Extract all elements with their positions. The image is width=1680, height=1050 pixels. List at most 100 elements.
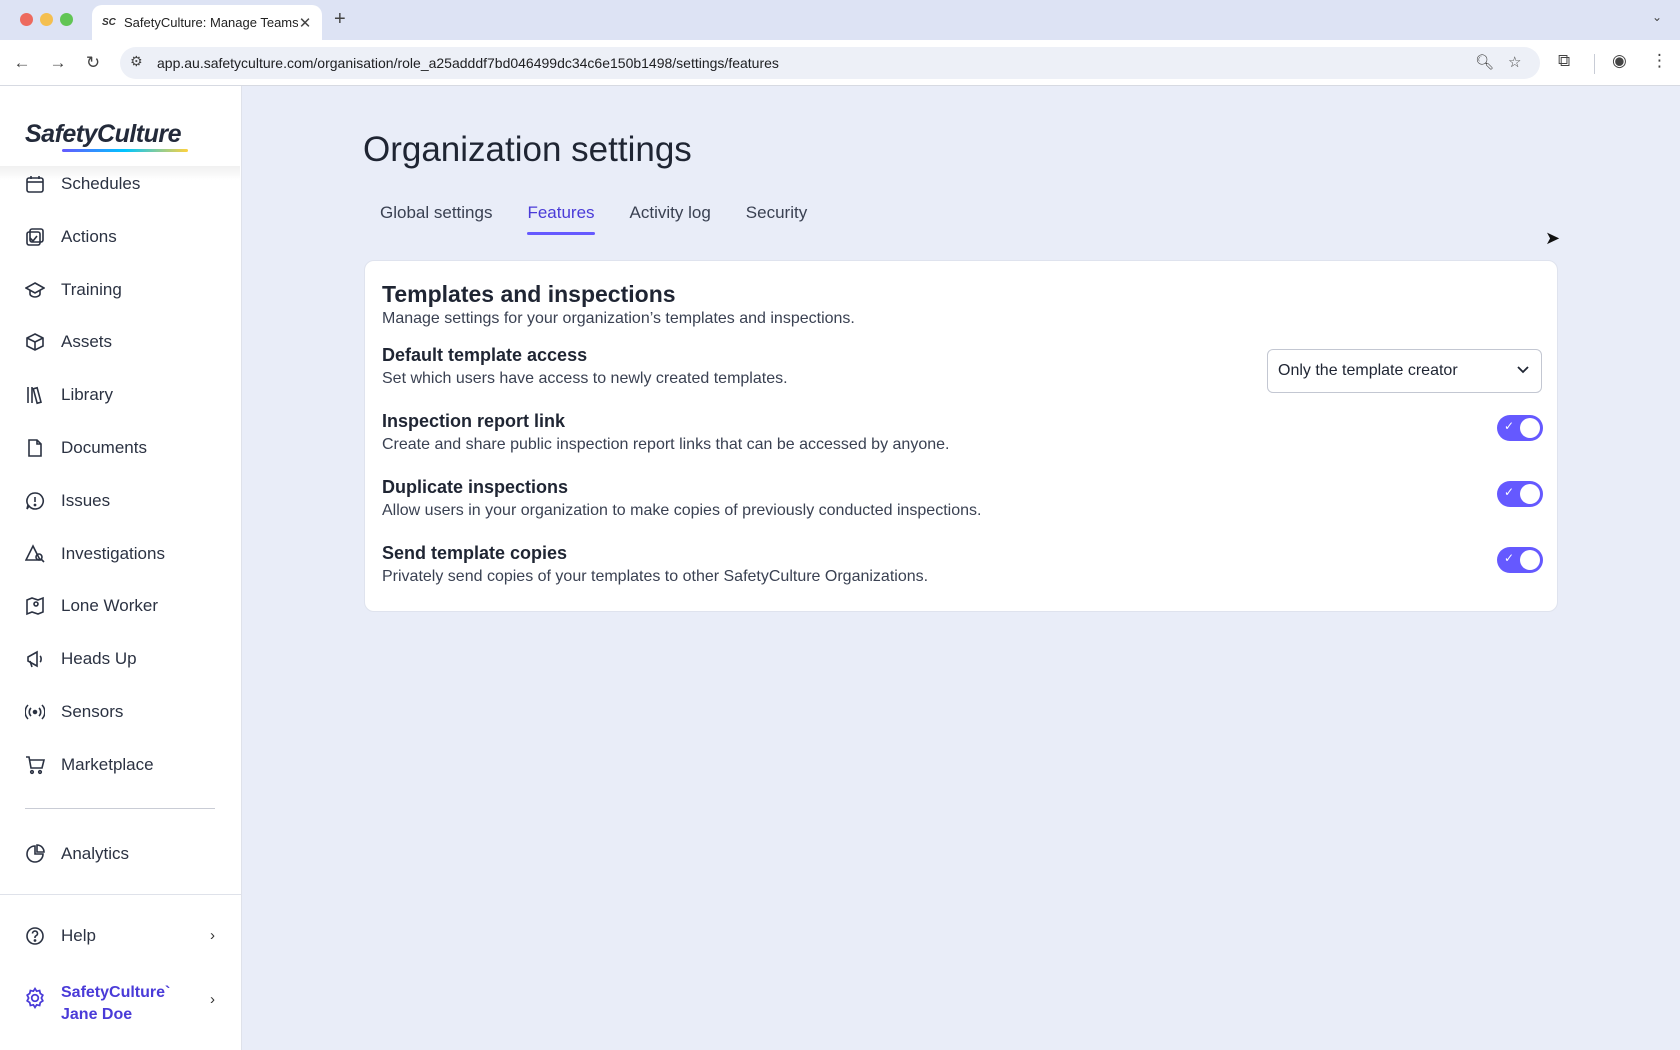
sidebar-item-label: Analytics — [61, 844, 130, 863]
cube-icon — [24, 331, 46, 353]
tab-close-icon[interactable]: ✕ — [298, 14, 312, 32]
inspection-report-link-toggle[interactable]: ✓ — [1497, 415, 1543, 441]
reload-icon[interactable]: ↻ — [81, 51, 105, 75]
sidebar-item-schedules[interactable]: Schedules — [24, 166, 224, 202]
send-template-copies-toggle[interactable]: ✓ — [1497, 547, 1543, 573]
sidebar-item-label: Documents — [61, 438, 147, 457]
graduation-cap-icon — [24, 279, 46, 301]
sensor-icon — [24, 701, 46, 723]
forward-icon[interactable]: → — [46, 51, 70, 75]
help-icon — [24, 925, 46, 947]
chevron-down-icon — [1515, 361, 1531, 382]
window-minimize-button[interactable] — [40, 13, 53, 26]
pie-chart-icon — [24, 843, 46, 865]
gear-icon — [24, 987, 46, 1009]
toggle-knob — [1520, 418, 1540, 438]
tab-menu-icon[interactable]: ⌄ — [1652, 10, 1662, 24]
check-icon: ✓ — [1504, 485, 1515, 499]
url-text[interactable]: app.au.safetyculture.com/organisation/ro… — [157, 55, 779, 71]
sidebar-divider — [25, 808, 215, 809]
browser-tab-bar: SC SafetyCulture: Manage Teams ✕ + ⌄ — [0, 0, 1680, 40]
site-info-icon[interactable]: ⚙ — [130, 53, 143, 70]
sidebar-bottom-divider — [0, 894, 241, 895]
extensions-icon[interactable]: ⧉ — [1558, 51, 1570, 71]
sidebar-item-label: Actions — [61, 227, 117, 246]
document-icon — [24, 437, 46, 459]
address-bar[interactable]: ⚙ app.au.safetyculture.com/organisation/… — [120, 47, 1540, 79]
setting-title: Default template access — [382, 345, 588, 365]
sidebar-item-label: Heads Up — [61, 649, 137, 668]
window-close-button[interactable] — [20, 13, 33, 26]
safetyculture-logo[interactable]: SafetyCulture — [25, 120, 182, 149]
page-title: Organization settings — [363, 130, 692, 169]
templates-inspections-card: Templates and inspections Manage setting… — [364, 260, 1558, 612]
sidebar-item-documents[interactable]: Documents — [24, 430, 224, 466]
org-name-label: SafetyCulture` — [61, 984, 171, 1001]
sidebar-item-label: Investigations — [61, 544, 165, 563]
new-tab-icon[interactable]: + — [334, 8, 346, 31]
sidebar-item-training[interactable]: Training — [24, 272, 224, 308]
setting-description: Allow users in your organization to make… — [382, 502, 982, 519]
tab-activity-log[interactable]: Activity log — [630, 203, 711, 235]
profile-icon[interactable]: ◉ — [1612, 51, 1627, 71]
sidebar-item-help[interactable]: Help — [24, 918, 224, 954]
sidebar-item-label: Training — [61, 280, 122, 299]
sidebar-item-library[interactable]: Library — [24, 377, 224, 413]
issue-icon — [24, 490, 46, 512]
sidebar-item-label: Help — [61, 926, 96, 945]
sidebar: SafetyCulture Schedules Actions Training… — [0, 86, 242, 1050]
duplicate-inspections-toggle[interactable]: ✓ — [1497, 481, 1543, 507]
toggle-knob — [1520, 550, 1540, 570]
sidebar-item-label: Lone Worker — [61, 596, 159, 615]
window-maximize-button[interactable] — [60, 13, 73, 26]
library-icon — [24, 384, 46, 406]
sidebar-item-label: Issues — [61, 491, 111, 510]
sidebar-item-label: Schedules — [61, 174, 141, 193]
card-title: Templates and inspections — [382, 281, 676, 307]
mouse-cursor-icon: ➤ — [1545, 228, 1561, 248]
actions-icon — [24, 226, 46, 248]
calendar-icon — [24, 173, 46, 195]
sidebar-item-assets[interactable]: Assets — [24, 324, 224, 360]
select-value: Only the template creator — [1278, 362, 1458, 379]
sidebar-item-heads-up[interactable]: Heads Up — [24, 641, 224, 677]
tab-global-settings[interactable]: Global settings — [380, 203, 492, 235]
sidebar-item-marketplace[interactable]: Marketplace — [24, 747, 224, 783]
sidebar-item-label: Assets — [61, 332, 113, 351]
investigation-icon — [24, 543, 46, 565]
org-chevron-right-icon[interactable]: › — [210, 991, 215, 1008]
bookmark-star-icon[interactable]: ☆ — [1508, 53, 1521, 71]
setting-title: Inspection report link — [382, 411, 566, 431]
zoom-icon[interactable]: 🔍︎ — [1475, 53, 1494, 71]
setting-description: Privately send copies of your templates … — [382, 568, 929, 585]
megaphone-icon — [24, 648, 46, 670]
sidebar-item-label: Sensors — [61, 702, 124, 721]
toolbar-divider — [1594, 54, 1595, 74]
sidebar-item-label: Marketplace — [61, 755, 154, 774]
browser-menu-icon[interactable]: ⋮ — [1651, 51, 1668, 71]
check-icon: ✓ — [1504, 419, 1515, 433]
sidebar-item-label: Library — [61, 385, 113, 404]
sidebar-item-analytics[interactable]: Analytics — [24, 836, 224, 872]
sidebar-item-investigations[interactable]: Investigations — [24, 536, 224, 572]
check-icon: ✓ — [1504, 551, 1515, 565]
help-chevron-right-icon[interactable]: › — [210, 927, 215, 944]
setting-title: Send template copies — [382, 543, 568, 563]
browser-toolbar: ← → ↻ ⚙ app.au.safetyculture.com/organis… — [0, 40, 1680, 86]
sidebar-item-lone-worker[interactable]: Lone Worker — [24, 588, 224, 624]
sidebar-item-issues[interactable]: Issues — [24, 483, 224, 519]
sidebar-item-sensors[interactable]: Sensors — [24, 694, 224, 730]
browser-tab[interactable]: SC SafetyCulture: Manage Teams ✕ — [92, 5, 322, 40]
default-template-access-select[interactable]: Only the template creator — [1267, 349, 1542, 393]
map-icon — [24, 595, 46, 617]
back-icon[interactable]: ← — [10, 51, 34, 75]
logo-underline — [62, 149, 188, 152]
tab-features[interactable]: Features — [527, 203, 595, 235]
org-user-name[interactable]: SafetyCulture` Jane Doe — [61, 982, 170, 1026]
tab-security[interactable]: Security — [746, 203, 807, 235]
sidebar-item-actions[interactable]: Actions — [24, 219, 224, 255]
setting-description: Set which users have access to newly cre… — [382, 370, 788, 387]
settings-tabs: Global settings Features Activity log Se… — [380, 203, 842, 235]
cart-icon — [24, 754, 46, 776]
setting-title: Duplicate inspections — [382, 477, 569, 497]
